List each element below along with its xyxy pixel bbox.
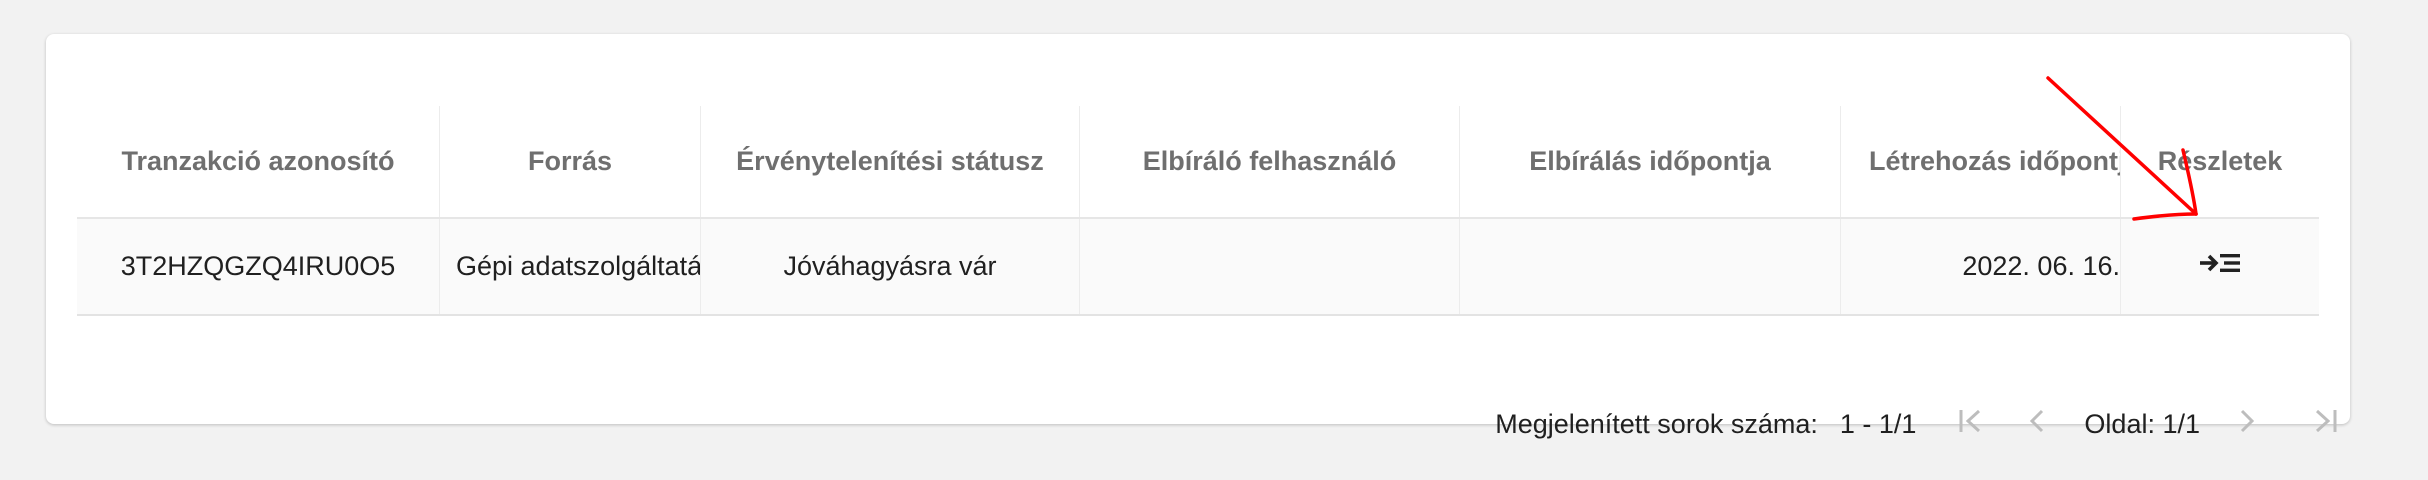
header-details: Részletek — [2120, 106, 2319, 217]
table-header-row: Tranzakció azonosító Forrás Érvénytelení… — [77, 106, 2319, 219]
cell-review-time — [1459, 219, 1840, 314]
pagination-bar: Megjelenített sorok száma: 1 - 1/1 Oldal… — [77, 394, 2350, 454]
header-source[interactable]: Forrás — [439, 106, 700, 217]
page-indicator: Oldal: 1/1 — [2084, 408, 2200, 439]
header-reviewer[interactable]: Elbíráló felhasználó — [1079, 106, 1459, 217]
header-review-time[interactable]: Elbírálás időpontja — [1459, 106, 1840, 217]
prev-page-button[interactable] — [2012, 399, 2062, 449]
header-invalidation-status[interactable]: Érvénytelenítési státusz — [700, 106, 1079, 217]
transactions-table: Tranzakció azonosító Forrás Érvénytelení… — [77, 106, 2337, 439]
header-transaction-id[interactable]: Tranzakció azonosító — [77, 106, 439, 217]
next-page-button[interactable] — [2222, 399, 2272, 449]
chevron-right-icon — [2232, 406, 2262, 443]
first-page-icon — [1956, 406, 1986, 443]
chevron-left-icon — [2022, 406, 2052, 443]
first-page-button[interactable] — [1946, 399, 1996, 449]
last-page-button[interactable] — [2300, 399, 2350, 449]
cell-transaction-id: 3T2HZQGZQ4IRU0O5 — [120, 251, 396, 281]
cell-created-time: 2022. 06. 16. — [1840, 219, 2120, 314]
header-created-time[interactable]: Létrehozás időpontja — [1840, 106, 2120, 217]
cell-source: Gépi adatszolgáltatás — [439, 219, 700, 314]
last-page-icon — [2310, 406, 2340, 443]
table-row[interactable]: 3T2HZQGZQ4IRU0O5 Gépi adatszolgáltatás J… — [77, 219, 2319, 316]
rows-count-label: Megjelenített sorok száma: — [1495, 408, 1818, 439]
arrow-right-list-icon — [2198, 249, 2242, 284]
cell-status: Jóváhagyásra vár — [700, 219, 1079, 314]
details-button[interactable] — [2120, 219, 2319, 314]
cell-reviewer — [1079, 219, 1459, 314]
transactions-card: Tranzakció azonosító Forrás Érvénytelení… — [46, 34, 2350, 439]
rows-range: 1 - 1/1 — [1839, 408, 1917, 439]
